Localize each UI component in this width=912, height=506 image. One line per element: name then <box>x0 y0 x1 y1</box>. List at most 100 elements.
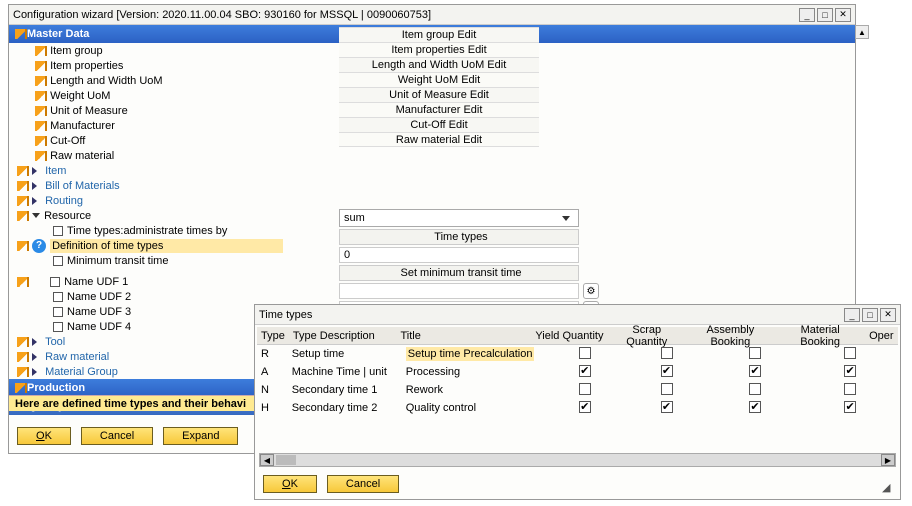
checkbox[interactable] <box>844 383 856 395</box>
checkbox[interactable] <box>661 383 673 395</box>
checkbox[interactable] <box>579 383 591 395</box>
edit-link-weight-uom[interactable]: Weight UoM Edit <box>339 72 539 87</box>
col-material[interactable]: Material Booking <box>775 324 865 348</box>
sub-window-body: Type Type Description Title Yield Quanti… <box>255 325 900 499</box>
scroll-up-button[interactable]: ▲ <box>855 25 869 39</box>
set-min-transit-button[interactable]: Set minimum transit time <box>339 265 579 281</box>
checkbox[interactable] <box>749 401 761 413</box>
flag-icon <box>35 106 47 116</box>
section-label: Master Data <box>27 28 89 40</box>
titlebar: Time types _ □ ✕ <box>255 305 900 325</box>
flag-icon <box>15 29 27 39</box>
checkbox[interactable] <box>749 365 761 377</box>
time-types-window: Time types _ □ ✕ Type Type Description T… <box>254 304 901 500</box>
edit-link-raw-material[interactable]: Raw material Edit <box>339 132 539 147</box>
config-icon[interactable]: ⚙ <box>583 283 599 299</box>
flag-icon <box>17 196 29 206</box>
col-type[interactable]: Type <box>257 330 289 342</box>
close-button[interactable]: ✕ <box>835 8 851 22</box>
flag-icon <box>17 352 29 362</box>
col-title[interactable]: Title <box>396 330 530 342</box>
col-oper[interactable]: Oper <box>865 330 898 342</box>
grid-header: Type Type Description Title Yield Quanti… <box>257 327 898 345</box>
expand-icon[interactable] <box>32 353 41 361</box>
edit-link-unit-of-measure[interactable]: Unit of Measure Edit <box>339 87 539 102</box>
checkbox[interactable] <box>844 347 856 359</box>
dropdown-value: sum <box>344 212 365 224</box>
udf1-input[interactable] <box>339 283 579 299</box>
flag-icon <box>17 241 29 251</box>
checkbox[interactable] <box>749 383 761 395</box>
expand-icon[interactable] <box>32 167 41 175</box>
checkbox[interactable] <box>661 401 673 413</box>
status-text: Here are defined time types and their be… <box>15 398 246 410</box>
expand-icon[interactable] <box>32 368 41 376</box>
flag-icon <box>35 151 47 161</box>
ok-button[interactable]: OK <box>263 475 317 493</box>
minimize-button[interactable]: _ <box>799 8 815 22</box>
checkbox[interactable] <box>579 365 591 377</box>
cancel-button[interactable]: Cancel <box>327 475 399 493</box>
flag-icon <box>35 76 47 86</box>
edit-link-item-properties[interactable]: Item properties Edit <box>339 42 539 57</box>
admin-dropdown[interactable]: sum <box>339 209 579 227</box>
minimize-button[interactable]: _ <box>844 308 860 322</box>
col-desc[interactable]: Type Description <box>289 330 397 342</box>
checkbox[interactable] <box>844 401 856 413</box>
flag-icon <box>17 277 29 287</box>
cancel-button[interactable]: Cancel <box>81 427 153 445</box>
checkbox[interactable] <box>844 365 856 377</box>
grid-row[interactable]: RSetup timeSetup time Precalculation <box>257 345 898 363</box>
flag-icon <box>17 337 29 347</box>
horizontal-scrollbar[interactable]: ◀ ▶ <box>259 453 896 467</box>
checkbox[interactable] <box>661 365 673 377</box>
time-types-button[interactable]: Time types <box>339 229 579 245</box>
checkbox-icon[interactable] <box>53 226 63 236</box>
flag-icon <box>17 367 29 377</box>
flag-icon <box>35 91 47 101</box>
flag-icon <box>17 166 29 176</box>
collapse-icon[interactable] <box>32 213 40 218</box>
flag-icon <box>35 136 47 146</box>
info-icon[interactable]: ? <box>32 239 46 253</box>
grid-row[interactable]: NSecondary time 1Rework <box>257 381 898 399</box>
scroll-left-button[interactable]: ◀ <box>260 454 274 466</box>
edit-link-length-width-uom[interactable]: Length and Width UoM Edit <box>339 57 539 72</box>
flag-icon <box>15 383 27 393</box>
grid-row[interactable]: AMachine Time | unitProcessing <box>257 363 898 381</box>
col-yield[interactable]: Yield Quantity <box>531 330 608 342</box>
expand-button[interactable]: Expand <box>163 427 238 445</box>
resize-handle[interactable]: ◢ <box>882 481 896 495</box>
close-button[interactable]: ✕ <box>880 308 896 322</box>
min-transit-input[interactable]: 0 <box>339 247 579 263</box>
edit-link-cut-off[interactable]: Cut-Off Edit <box>339 117 539 132</box>
checkbox-icon[interactable] <box>53 256 63 266</box>
flag-icon <box>35 121 47 131</box>
checkbox-icon[interactable] <box>50 277 60 287</box>
ok-button[interactable]: OK <box>17 427 71 445</box>
checkbox-icon[interactable] <box>53 322 63 332</box>
checkbox[interactable] <box>579 401 591 413</box>
edit-link-manufacturer[interactable]: Manufacturer Edit <box>339 102 539 117</box>
chevron-down-icon <box>562 216 570 221</box>
checkbox[interactable] <box>749 347 761 359</box>
checkbox-icon[interactable] <box>53 307 63 317</box>
checkbox[interactable] <box>661 347 673 359</box>
checkbox[interactable] <box>579 347 591 359</box>
flag-icon <box>17 181 29 191</box>
window-title: Time types <box>259 309 842 321</box>
col-scrap[interactable]: Scrap Quantity <box>608 324 685 348</box>
grid-row[interactable]: HSecondary time 2Quality control <box>257 399 898 417</box>
section-label: Production <box>27 382 85 394</box>
titlebar: Configuration wizard [Version: 2020.11.0… <box>9 5 855 25</box>
edit-link-item-group[interactable]: Item group Edit <box>339 27 539 42</box>
maximize-button[interactable]: □ <box>862 308 878 322</box>
expand-icon[interactable] <box>32 182 41 190</box>
maximize-button[interactable]: □ <box>817 8 833 22</box>
expand-icon[interactable] <box>32 197 41 205</box>
scroll-thumb[interactable] <box>276 455 296 465</box>
expand-icon[interactable] <box>32 338 41 346</box>
col-assembly[interactable]: Assembly Booking <box>685 324 775 348</box>
scroll-right-button[interactable]: ▶ <box>881 454 895 466</box>
checkbox-icon[interactable] <box>53 292 63 302</box>
